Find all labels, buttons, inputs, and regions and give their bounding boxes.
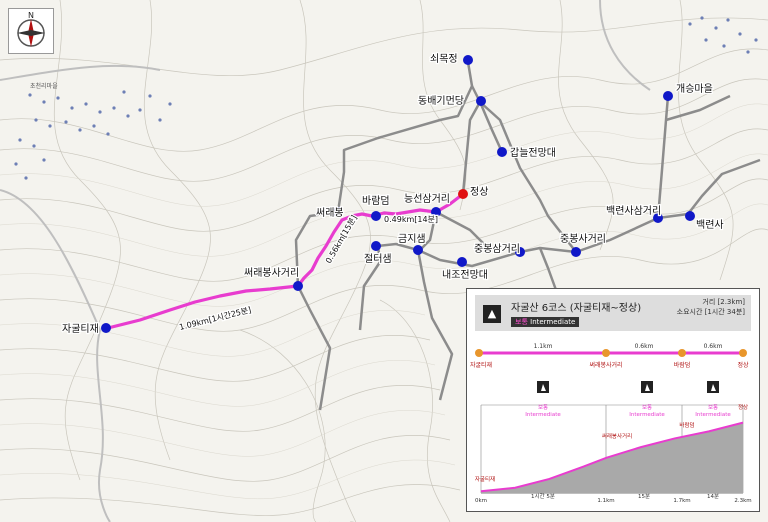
- profile-summit: 정상: [738, 403, 748, 411]
- route-seg2: 0.6km: [635, 343, 654, 350]
- profile-x-3: 2.3km: [734, 498, 751, 504]
- label-ssaraebongsageori: 써래봉사거리: [244, 267, 299, 279]
- point-jungbongsageori[interactable]: [571, 247, 581, 257]
- profile-x-1: 1.1km: [597, 498, 614, 504]
- course-meta: 거리 [2.3km] 소요시간 [1시간 34분]: [677, 297, 745, 317]
- route-seg1: 1.1km: [534, 343, 553, 350]
- profile-x-2: 1.7km: [673, 498, 690, 504]
- label-gamnuljeonmangdae: 갑늘전망대: [510, 147, 556, 159]
- segment-label-3: 0.49km[14분]: [384, 215, 438, 224]
- label-dongbaegimyeondang: 동배기먼당: [418, 95, 464, 107]
- point-jagultijae[interactable]: [101, 323, 111, 333]
- course-title: 자굴산 6코스 (자굴티재~정상): [511, 303, 642, 314]
- elevation-profile: 보통 Intermediate 보통 Intermediate 보통 Inter…: [475, 381, 752, 504]
- point-gaeseungmaeul[interactable]: [663, 91, 673, 101]
- profile-time-3: 14분: [707, 493, 719, 500]
- route-point-0: 자굴티재: [470, 361, 492, 369]
- course-distance: 거리 [2.3km]: [702, 298, 745, 306]
- profile-level-en-3: Intermediate: [695, 412, 731, 418]
- town-label: 초천리마을: [30, 82, 58, 90]
- compass: N: [8, 8, 54, 54]
- point-naejojeonmangdae[interactable]: [457, 257, 467, 267]
- route-point-2: 바람덤: [674, 361, 691, 369]
- point-gamnuljeonmangdae[interactable]: [497, 147, 507, 157]
- point-ssaraebongsageori[interactable]: [293, 281, 303, 291]
- label-geumjisaem: 금지샘: [398, 233, 426, 245]
- difficulty-ko: 보통: [515, 318, 528, 326]
- profile-time-1: 1시간 5분: [531, 492, 555, 500]
- label-jeongsang: 정상: [470, 186, 488, 198]
- profile-x-0: 0km: [475, 498, 487, 504]
- profile-badges: [537, 381, 719, 393]
- route-point-3: 정상: [737, 361, 749, 369]
- label-naejojeonmangdae: 내조전망대: [442, 269, 488, 281]
- label-gaeseungmaeul: 개승마을: [676, 83, 713, 95]
- profile-level-en-2: Intermediate: [629, 412, 665, 418]
- hiker-icon: ▲: [483, 305, 501, 323]
- point-soemokjeong[interactable]: [463, 55, 473, 65]
- route-overview: 1.1km 0.6km 0.6km 자굴티재 써래봉사거리 바람덤 정상: [470, 343, 749, 369]
- label-soemokjeong: 쇠목정: [430, 53, 458, 65]
- label-ssaraebong: 써래봉: [316, 207, 344, 219]
- route-point-1: 써래봉사거리: [589, 361, 622, 369]
- label-baramdeom: 바람덤: [362, 194, 390, 207]
- point-summit[interactable]: [458, 189, 468, 199]
- compass-north: N: [28, 11, 34, 20]
- label-jagultijae: 자굴티재: [62, 323, 99, 335]
- label-jungbongsamgeori: 중봉삼거리: [474, 243, 520, 255]
- profile-level-ko-3: 보통: [708, 404, 718, 411]
- profile-level-ko-1: 보통: [538, 404, 548, 411]
- profile-start: 자굴티재: [475, 475, 495, 483]
- point-dongbaegimyeondang[interactable]: [476, 96, 486, 106]
- label-jeolteosaem: 절터샘: [364, 252, 392, 265]
- label-baekryeonsa: 백련사: [696, 219, 724, 231]
- profile-baramdeom: 바람덤: [679, 421, 694, 429]
- point-geumjisaem[interactable]: [413, 245, 423, 255]
- label-jungbongsageori: 중봉사거리: [560, 233, 606, 245]
- profile-time-2: 15분: [638, 493, 650, 500]
- point-baramdeom[interactable]: [371, 211, 381, 221]
- profile-level-en-1: Intermediate: [525, 412, 561, 418]
- profile-level-ko-2: 보통: [642, 404, 652, 411]
- course-duration: 소요시간 [1시간 34분]: [676, 308, 745, 316]
- difficulty-badge: 보통 Intermediate: [511, 317, 580, 327]
- course-info-panel: ▲ 자굴산 6코스 (자굴티재~정상) 거리 [2.3km] 소요시간 [1시간…: [466, 288, 760, 512]
- course-diagram: 1.1km 0.6km 0.6km 자굴티재 써래봉사거리 바람덤 정상 보통 …: [470, 343, 752, 504]
- trail-map: 초천리마을 쇠목정 동배기먼당 개승마을 갑늘전망대 정상 능선삼거리 바람덤 …: [0, 0, 768, 522]
- label-neungseonsamgeori: 능선삼거리: [404, 193, 450, 205]
- profile-ssaraebong: 써래봉사거리: [602, 432, 632, 440]
- point-baekryeonsa[interactable]: [685, 211, 695, 221]
- difficulty-en: Intermediate: [530, 318, 576, 326]
- compass-icon: N: [17, 11, 45, 47]
- panel-header: ▲ 자굴산 6코스 (자굴티재~정상) 거리 [2.3km] 소요시간 [1시간…: [475, 295, 751, 331]
- label-baekryeonsasamgeori: 백련사삼거리: [606, 205, 661, 217]
- point-jeolteosaem[interactable]: [371, 241, 381, 251]
- route-seg3: 0.6km: [704, 343, 723, 350]
